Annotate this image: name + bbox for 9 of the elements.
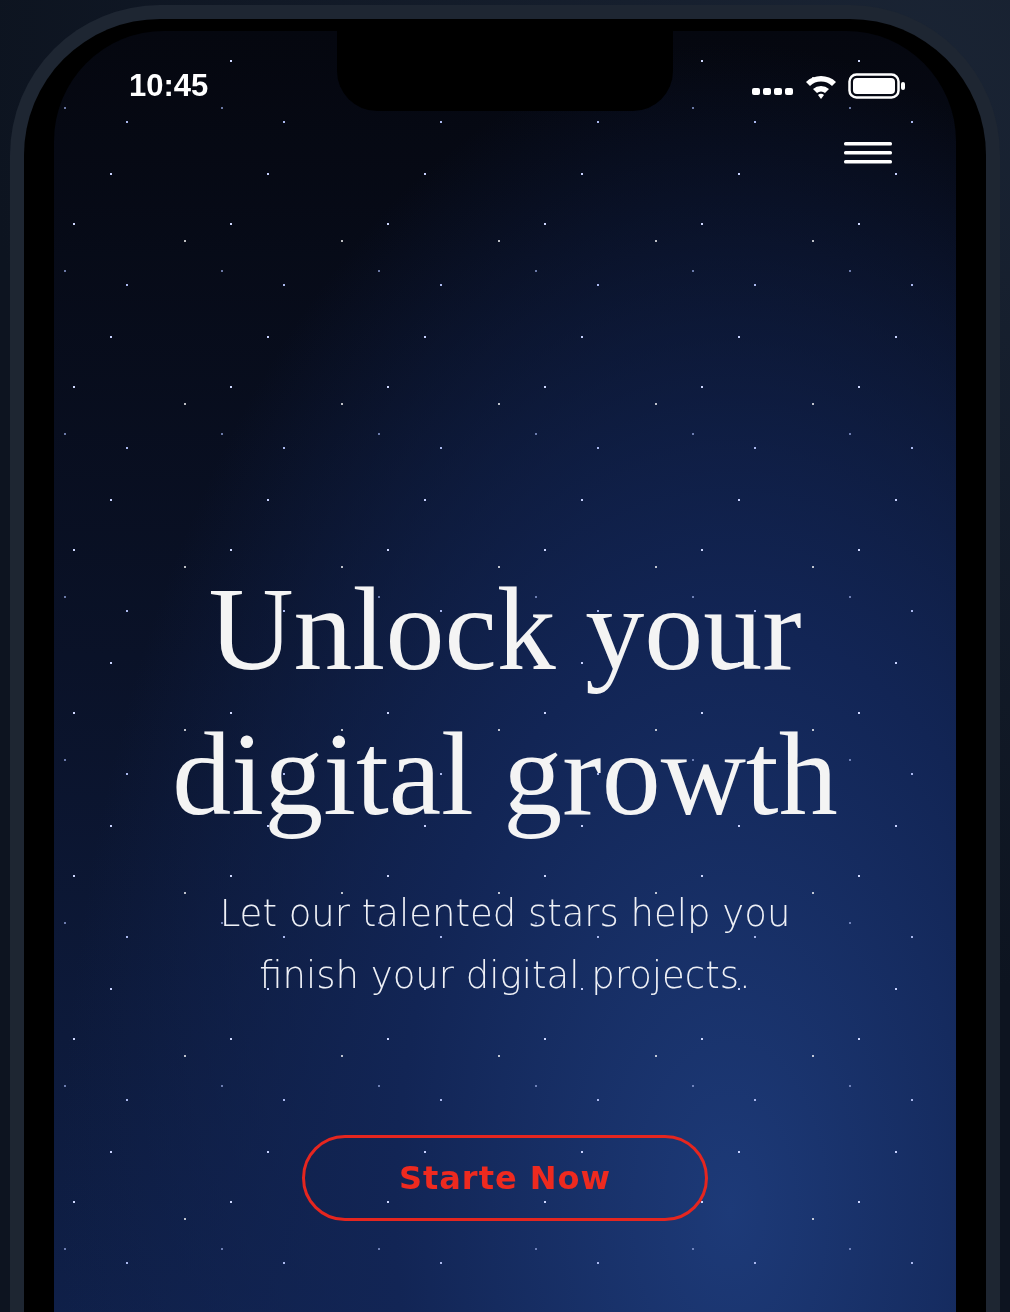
menu-icon [844, 141, 892, 165]
hero-headline: Unlock your digital growth [172, 563, 838, 842]
status-time: 10:45 [129, 68, 209, 104]
start-now-button[interactable]: Starte Now [302, 1135, 708, 1221]
hero-subtitle: Let our talented stars help you finish your digital projects. [219, 891, 791, 999]
wifi-icon [804, 73, 838, 99]
battery-icon [848, 73, 906, 99]
menu-button[interactable] [844, 141, 892, 165]
signal-icon [752, 86, 794, 96]
